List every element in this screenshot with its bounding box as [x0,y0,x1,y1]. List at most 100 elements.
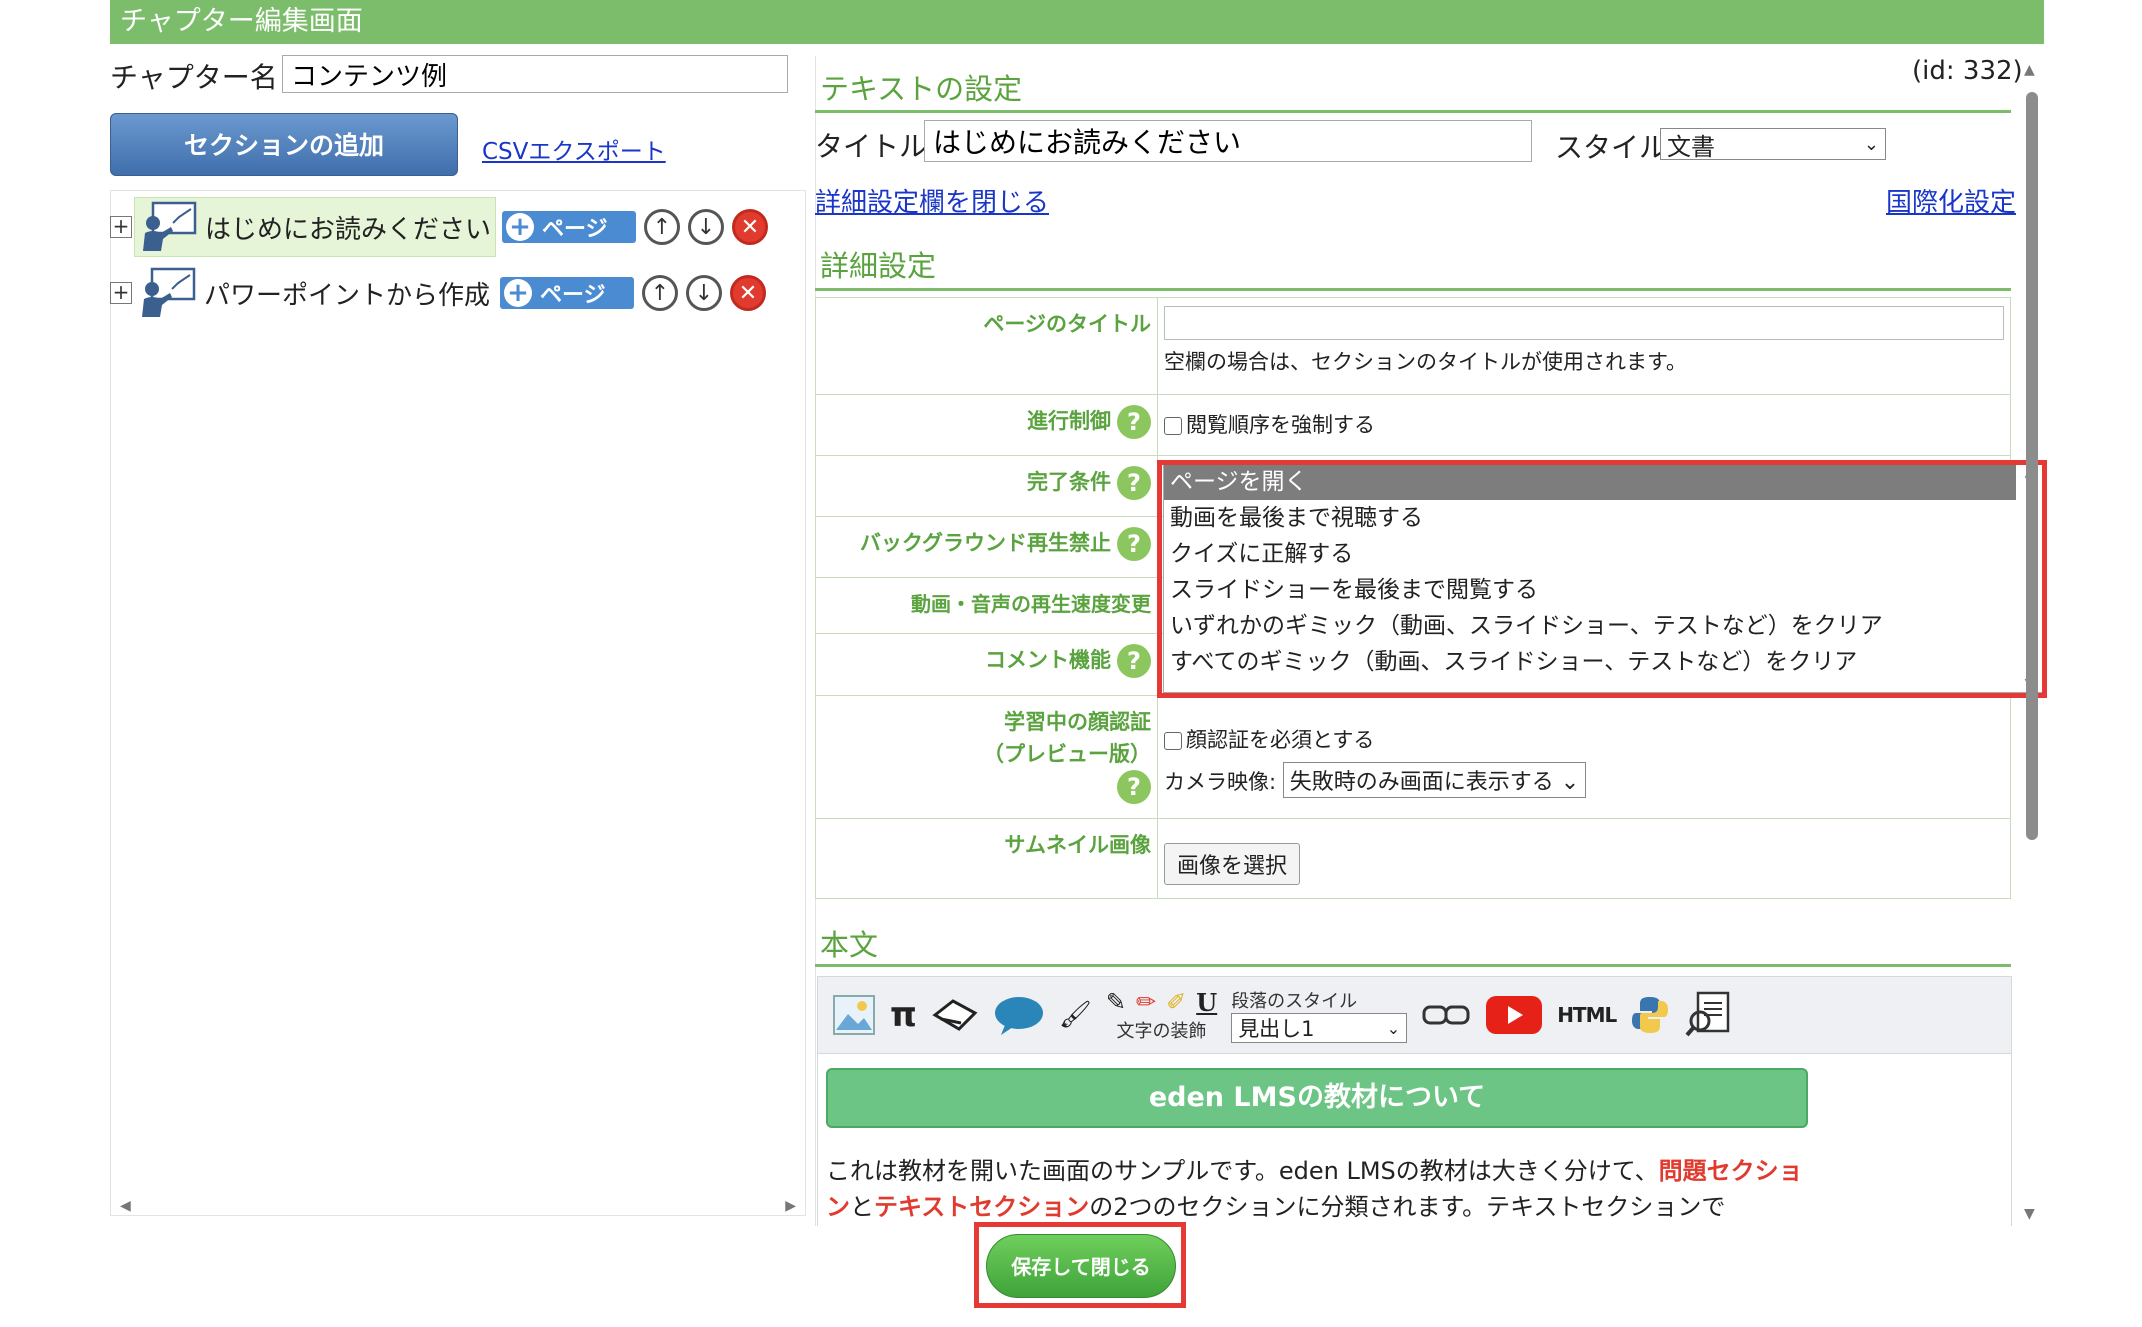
paragraph-style-label: 段落のスタイル [1231,991,1358,1012]
setting-row: ページのタイトル 空欄の場合は、セクションのタイトルが使用されます。 [815,297,2011,395]
face-auth-cell-value: 顔認証を必須とする カメラ映像: 失敗時のみ画面に表示する ⌄ [1157,695,2011,819]
content-heading-box: eden LMSの教材について [826,1068,1808,1128]
add-page-label: ページ [540,283,606,308]
help-icon[interactable]: ? [1117,405,1151,439]
page-title-hint: 空欄の場合は、セクションのタイトルが使用されます。 [1164,350,1687,374]
add-section-button[interactable]: セクションの追加 [110,113,458,176]
completion-cell: 完了条件? [815,455,1158,517]
python-icon[interactable] [1630,995,1670,1035]
force-order-checkbox[interactable] [1164,417,1182,435]
camera-select-value: 失敗時のみ画面に表示する [1289,770,1554,795]
face-auth-label: 学習中の顔認証 [1004,710,1151,734]
move-down-icon[interactable]: ↓ [688,209,725,245]
body-heading: 本文 [820,928,879,962]
help-icon[interactable]: ? [1117,527,1151,561]
divider [815,110,2011,113]
text-eraser-icon[interactable]: ✎ [1106,988,1126,1017]
section-title: パワーポイントから作成 [204,280,491,311]
help-icon[interactable]: ? [1117,644,1151,678]
chevron-down-icon: ⌄ [1560,770,1580,795]
scroll-down-icon[interactable]: ▼ [2024,1206,2035,1222]
thumbnail-label: サムネイル画像 [815,818,1158,899]
csv-export-link[interactable]: CSVエクスポート [482,132,666,166]
help-icon[interactable]: ? [1117,466,1151,500]
scroll-left-icon[interactable]: ◀ [120,1198,131,1214]
link-icon[interactable] [1421,1002,1471,1028]
page-title-cell: 空欄の場合は、セクションのタイトルが使用されます。 [1157,297,2011,395]
image-icon[interactable] [832,994,876,1036]
detail-settings-heading: 詳細設定 [820,249,937,283]
chevron-down-icon: ⌄ [1386,1018,1401,1038]
emphasis-text: テキストセクション [874,1193,1090,1221]
text-color-icon[interactable]: ✏ [1136,988,1156,1017]
editor-toolbar: π 🖌 ✎ ✏ ✐ U 文字の装飾 段落のスタイル 見出し1 ⌄ HTML [817,976,2012,1054]
face-auth-cell: 学習中の顔認証 （プレビュー版） ? [815,695,1158,819]
speed-change-label: 動画・音声の再生速度変更 [815,577,1158,634]
plus-icon: + [506,213,535,241]
teacher-icon [142,267,196,317]
highlight-box [1157,460,2047,698]
chapter-name-input[interactable] [282,55,788,93]
add-page-label: ページ [542,217,608,242]
section-title: はじめにお読みください [205,214,492,245]
horizontal-scrollbar[interactable]: ◀ ▶ [110,1196,806,1216]
select-image-button[interactable]: 画像を選択 [1164,843,1301,885]
help-icon[interactable]: ? [1117,770,1151,804]
page-title-input[interactable] [1164,306,2004,340]
scroll-right-icon[interactable]: ▶ [785,1198,796,1214]
paragraph-style-group: 段落のスタイル 見出し1 ⌄ [1231,987,1408,1043]
i18n-settings-link[interactable]: 国際化設定 [1886,182,2016,219]
brush-icon[interactable]: 🖌 [1059,1000,1092,1030]
chapter-name-label: チャプター名： [110,61,306,94]
section-row: + パワーポイントから作成 + ページ ↑ ↓ ✕ [110,262,767,324]
setting-row: 学習中の顔認証 （プレビュー版） ? 顔認証を必須とする カメラ映像: 失敗時の… [815,695,2011,819]
move-up-icon[interactable]: ↑ [644,209,681,245]
eraser-icon[interactable] [931,997,979,1033]
window-title-bar: チャプター編集画面 [110,0,2044,44]
add-page-button[interactable]: + ページ [502,211,637,243]
expand-icon[interactable]: + [110,216,132,238]
paragraph-style-value: 見出し1 [1238,1017,1315,1041]
vertical-scrollbar[interactable]: ▲ ▼ [2020,62,2042,1222]
section-tree-pane [110,190,806,1216]
chevron-down-icon: ⌄ [1863,133,1879,155]
face-auth-preview-label: （プレビュー版） [983,742,1151,766]
style-label: スタイル: [1555,131,1677,164]
scroll-up-icon[interactable]: ▲ [2024,62,2035,78]
move-up-icon[interactable]: ↑ [642,275,679,311]
paragraph-text: の2つのセクションに分類されます。テキストセクションで [1089,1193,1726,1221]
style-select[interactable]: 文書 ⌄ [1660,128,1886,161]
progress-control-cell-value: 閲覧順序を強制する [1157,394,2011,456]
comment-cell: コメント機能? [815,633,1158,696]
title-input[interactable] [924,120,1532,162]
setting-row: 進行制御? 閲覧順序を強制する [815,394,2011,456]
paragraph-text: これは教材を開いた画面のサンプルです。eden LMSの教材は大きく分けて、 [826,1157,1659,1185]
document-search-icon[interactable] [1684,991,1732,1039]
close-details-link[interactable]: 詳細設定欄を閉じる [815,182,1049,219]
youtube-icon[interactable] [1485,995,1543,1035]
completion-label: 完了条件 [1027,470,1111,494]
force-order-label: 閲覧順序を強制する [1186,413,1375,437]
camera-select[interactable]: 失敗時のみ画面に表示する ⌄ [1282,762,1587,798]
speech-bubble-icon[interactable] [993,995,1045,1035]
formula-icon[interactable]: π [890,995,917,1035]
face-auth-checkbox[interactable] [1164,732,1182,750]
move-down-icon[interactable]: ↓ [686,275,723,311]
section-item[interactable]: パワーポイントから作成 [134,263,494,323]
expand-icon[interactable]: + [110,282,132,304]
scrollbar-thumb[interactable] [2026,92,2038,840]
paragraph-style-select[interactable]: 見出し1 ⌄ [1231,1013,1408,1043]
section-id-label: (id: 332) [1912,56,2023,86]
progress-control-cell: 進行制御? [815,394,1158,456]
paragraph-text: と [850,1193,874,1221]
underline-icon[interactable]: U [1196,988,1217,1017]
delete-icon[interactable]: ✕ [732,209,769,245]
plus-icon: + [504,279,533,307]
divider [815,964,2011,967]
section-item[interactable]: はじめにお読みください [134,197,497,257]
html-icon[interactable]: HTML [1557,1003,1617,1027]
title-label: タイトル: [815,130,937,163]
highlight-icon[interactable]: ✐ [1166,988,1186,1017]
add-page-button[interactable]: + ページ [500,277,635,309]
delete-icon[interactable]: ✕ [730,275,767,311]
